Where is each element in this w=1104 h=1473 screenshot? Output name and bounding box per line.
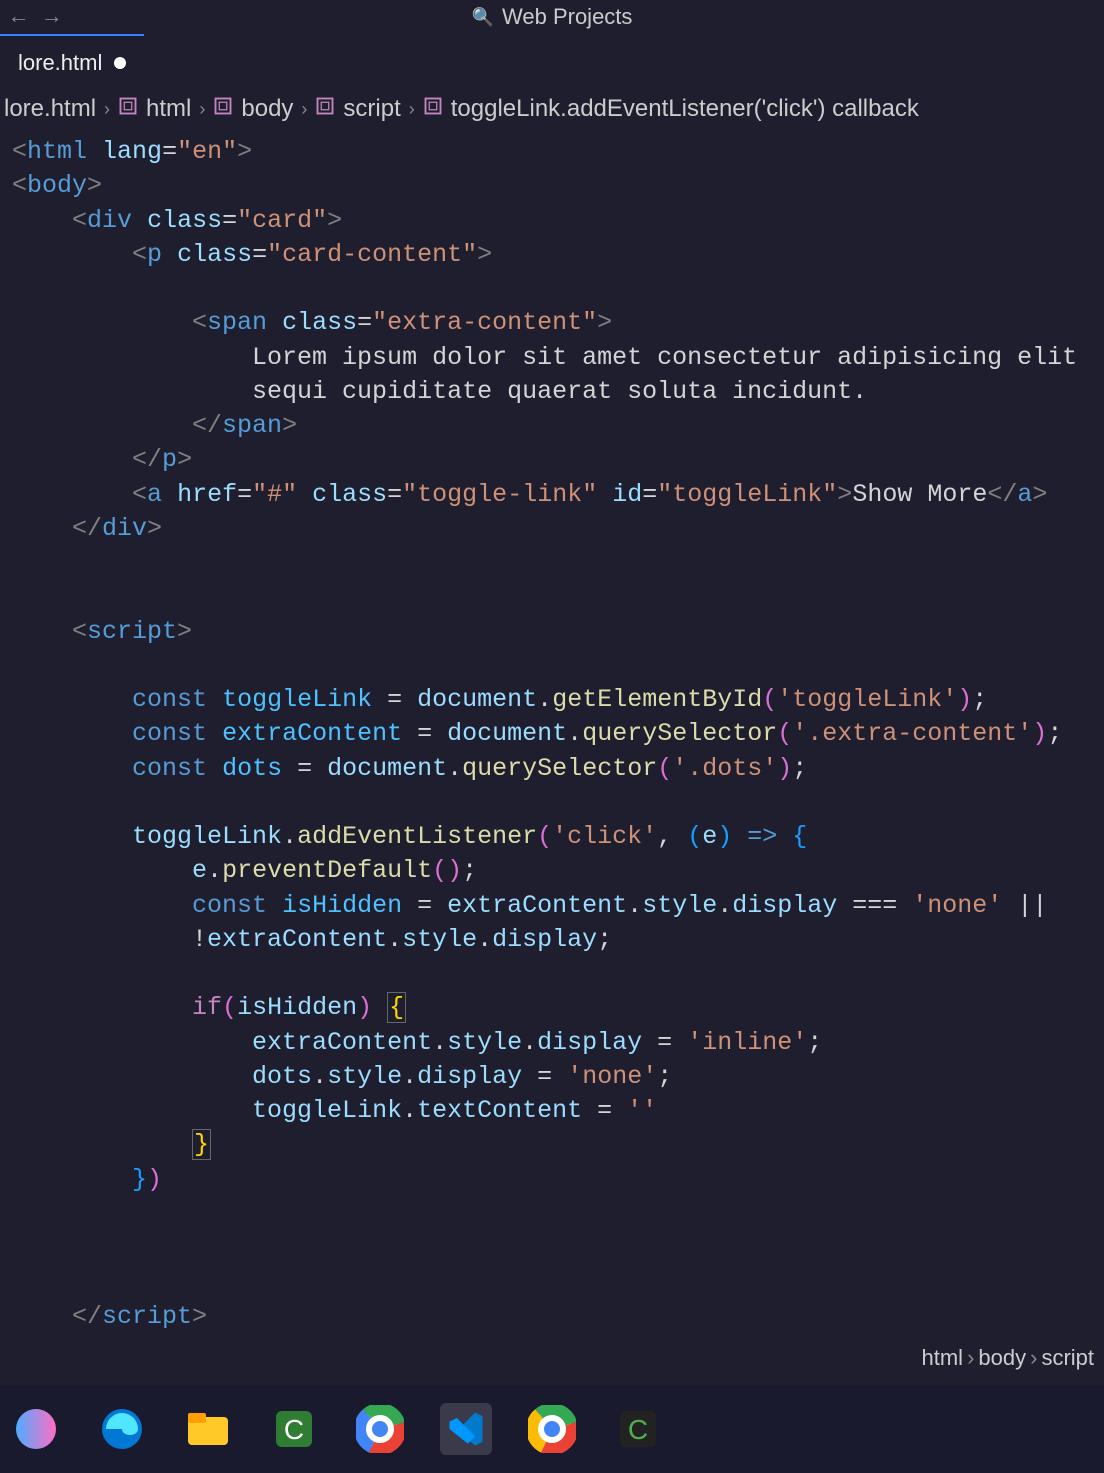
symbol-icon	[213, 95, 233, 123]
code-line[interactable]	[12, 786, 1104, 820]
statusbar-breadcrumb-item[interactable]: body	[978, 1345, 1026, 1371]
code-line[interactable]: dots.style.display = 'none';	[12, 1060, 1104, 1094]
code-line[interactable]	[12, 957, 1104, 991]
forward-arrow-icon[interactable]: →	[45, 5, 58, 30]
chevron-right-icon: ›	[409, 99, 415, 120]
code-line[interactable]	[12, 1265, 1104, 1299]
chevron-right-icon: ›	[199, 99, 205, 120]
search-text: Web Projects	[502, 4, 632, 30]
chevron-right-icon: ›	[104, 99, 110, 120]
code-line[interactable]: !extraContent.style.display;	[12, 923, 1104, 957]
code-line[interactable]: </p>	[12, 443, 1104, 477]
status-bar: html›body›script	[922, 1343, 1104, 1373]
statusbar-breadcrumb-item[interactable]: html	[922, 1345, 964, 1371]
svg-text:C: C	[628, 1414, 648, 1445]
chrome-taskbar-icon[interactable]	[354, 1403, 406, 1455]
code-line[interactable]	[12, 1197, 1104, 1231]
code-line[interactable]: if(isHidden) {	[12, 991, 1104, 1025]
unsaved-dot-icon	[114, 57, 126, 69]
code-line[interactable]	[12, 649, 1104, 683]
camtasia2-taskbar-icon[interactable]: C	[612, 1403, 664, 1455]
breadcrumb-item[interactable]: body	[241, 95, 293, 123]
chevron-right-icon: ›	[967, 1345, 974, 1371]
code-line[interactable]: </script>	[12, 1300, 1104, 1334]
code-line[interactable]: const isHidden = extraContent.style.disp…	[12, 889, 1104, 923]
chrome2-taskbar-icon[interactable]	[526, 1403, 578, 1455]
code-line[interactable]: <script>	[12, 615, 1104, 649]
code-line[interactable]: }	[12, 1128, 1104, 1162]
breadcrumb-item[interactable]: script	[343, 95, 400, 123]
back-arrow-icon[interactable]: ←	[12, 5, 25, 30]
code-line[interactable]	[12, 1231, 1104, 1265]
code-line[interactable]: const dots = document.querySelector('.do…	[12, 752, 1104, 786]
nav-arrows: ← →	[0, 5, 58, 30]
edge-taskbar-icon[interactable]	[96, 1403, 148, 1455]
vscode-taskbar-icon[interactable]	[440, 1403, 492, 1455]
code-line[interactable]: <div class="card">	[12, 204, 1104, 238]
breadcrumb-item[interactable]: toggleLink.addEventListener('click') cal…	[451, 95, 919, 123]
breadcrumb[interactable]: lore.html › html › body › script › toggleLink.ad…	[0, 89, 1104, 129]
code-line[interactable]	[12, 580, 1104, 614]
camtasia-taskbar-icon[interactable]: C	[268, 1403, 320, 1455]
symbol-icon	[315, 95, 335, 123]
tab-label: lore.html	[18, 50, 102, 76]
code-line[interactable]: })	[12, 1163, 1104, 1197]
code-line[interactable]	[12, 546, 1104, 580]
code-line[interactable]: const toggleLink = document.getElementBy…	[12, 683, 1104, 717]
code-line[interactable]: sequi cupiditate quaerat soluta incidunt…	[12, 375, 1104, 409]
search-icon: 🔍	[472, 7, 494, 28]
code-line[interactable]: toggleLink.addEventListener('click', (e)…	[12, 820, 1104, 854]
code-line[interactable]: extraContent.style.display = 'inline';	[12, 1026, 1104, 1060]
code-line[interactable]: const extraContent = document.querySelec…	[12, 717, 1104, 751]
code-line[interactable]: e.preventDefault();	[12, 854, 1104, 888]
chevron-right-icon: ›	[1030, 1345, 1037, 1371]
code-line[interactable]: </span>	[12, 409, 1104, 443]
tab-bar: lore.html	[0, 34, 1104, 89]
svg-text:C: C	[284, 1414, 304, 1445]
code-line[interactable]: Lorem ipsum dolor sit amet consectetur a…	[12, 341, 1104, 375]
symbol-icon	[118, 95, 138, 123]
editor-tab[interactable]: lore.html	[0, 34, 144, 89]
code-line[interactable]: toggleLink.textContent = ''	[12, 1094, 1104, 1128]
breadcrumb-item[interactable]: html	[146, 95, 191, 123]
chevron-right-icon: ›	[301, 99, 307, 120]
code-line[interactable]: <span class="extra-content">	[12, 306, 1104, 340]
code-line[interactable]: <p class="card-content">	[12, 238, 1104, 272]
code-line[interactable]: </div>	[12, 512, 1104, 546]
taskbar: CC	[0, 1385, 1104, 1473]
command-center[interactable]: 🔍 Web Projects	[472, 4, 633, 30]
code-line[interactable]	[12, 272, 1104, 306]
title-bar: ← → 🔍 Web Projects	[0, 0, 1104, 34]
code-line[interactable]: <html lang="en">	[12, 135, 1104, 169]
breadcrumb-item[interactable]: lore.html	[4, 95, 96, 123]
code-editor[interactable]: <html lang="en"><body> <div class="card"…	[0, 129, 1104, 1334]
copilot-taskbar-icon[interactable]	[10, 1403, 62, 1455]
explorer-taskbar-icon[interactable]	[182, 1403, 234, 1455]
code-line[interactable]: <body>	[12, 169, 1104, 203]
statusbar-breadcrumb-item[interactable]: script	[1041, 1345, 1094, 1371]
code-line[interactable]: <a href="#" class="toggle-link" id="togg…	[12, 478, 1104, 512]
symbol-icon	[423, 95, 443, 123]
